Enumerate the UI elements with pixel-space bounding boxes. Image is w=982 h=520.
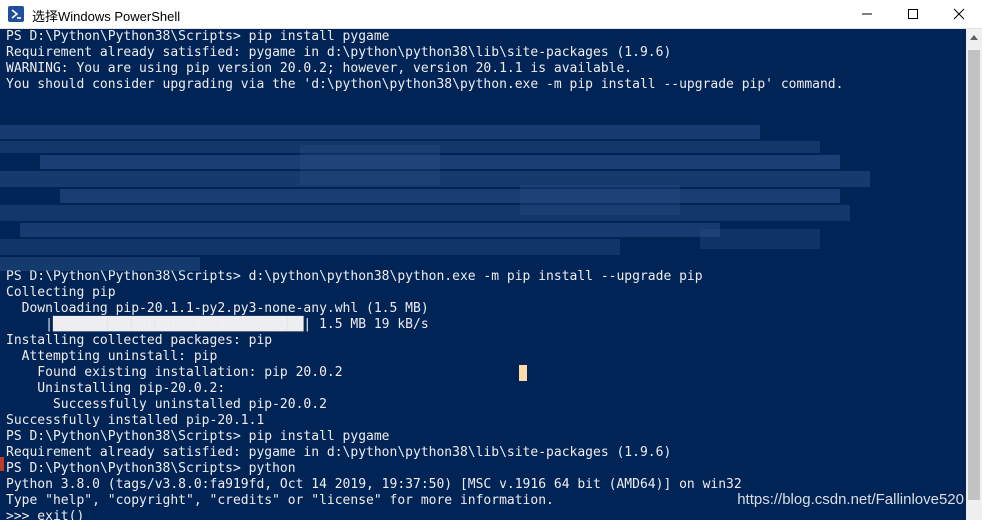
console-line: Python 3.8.0 (tags/v3.8.0:fa919fd, Oct 1… [6, 477, 742, 492]
maximize-icon [908, 9, 918, 19]
watermark: https://blog.csdn.net/Fallinlove520 [737, 491, 964, 508]
pixelated-redaction [0, 125, 880, 273]
console-line: Successfully uninstalled pip-20.0.2 [6, 397, 327, 412]
console-line: Uninstalling pip-20.0.2: [6, 381, 226, 396]
close-icon [953, 8, 965, 20]
chevron-up-icon [970, 35, 978, 40]
maximize-button[interactable] [890, 0, 936, 28]
minimize-button[interactable] [844, 0, 890, 28]
console-line: PS D:\Python\Python38\Scripts> python [6, 461, 296, 476]
console-output[interactable]: PS D:\Python\Python38\Scripts> pip insta… [0, 29, 966, 520]
edge-marker [0, 457, 4, 471]
console-line: Attempting uninstall: pip [6, 349, 218, 364]
console-line: PS D:\Python\Python38\Scripts> pip insta… [6, 29, 390, 44]
scroll-up-button[interactable] [966, 29, 982, 46]
text-cursor [519, 365, 527, 381]
console-lines: PS D:\Python\Python38\Scripts> pip insta… [6, 29, 843, 520]
console-line: Type "help", "copyright", "credits" or "… [6, 493, 554, 508]
console-line: PS D:\Python\Python38\Scripts> pip insta… [6, 429, 390, 444]
vertical-scrollbar[interactable] [966, 29, 982, 520]
console-line: You should consider upgrading via the 'd… [6, 77, 844, 92]
powershell-window: 选择Windows PowerShell PS D:\Python\Python… [0, 0, 982, 520]
console-line: Requirement already satisfied: pygame in… [6, 445, 672, 460]
window-title: 选择Windows PowerShell [32, 9, 181, 24]
console-line: >>> exit() [6, 509, 85, 520]
title-bar[interactable]: 选择Windows PowerShell [0, 0, 982, 29]
console-line: Installing collected packages: pip [6, 333, 273, 348]
console-line: WARNING: You are using pip version 20.0.… [6, 61, 633, 76]
console-line: |████████████████████████████████| 1.5 M… [6, 317, 429, 332]
console-line: Collecting pip [6, 285, 116, 300]
close-button[interactable] [936, 0, 982, 28]
console-line: Requirement already satisfied: pygame in… [6, 45, 672, 60]
scroll-thumb[interactable] [968, 50, 980, 500]
minimize-icon [862, 13, 872, 15]
console-line: Found existing installation: pip 20.0.2 [6, 365, 343, 380]
console-line: Successfully installed pip-20.1.1 [6, 413, 265, 428]
powershell-icon [8, 6, 24, 22]
console-line: Downloading pip-20.1.1-py2.py3-none-any.… [6, 301, 429, 316]
